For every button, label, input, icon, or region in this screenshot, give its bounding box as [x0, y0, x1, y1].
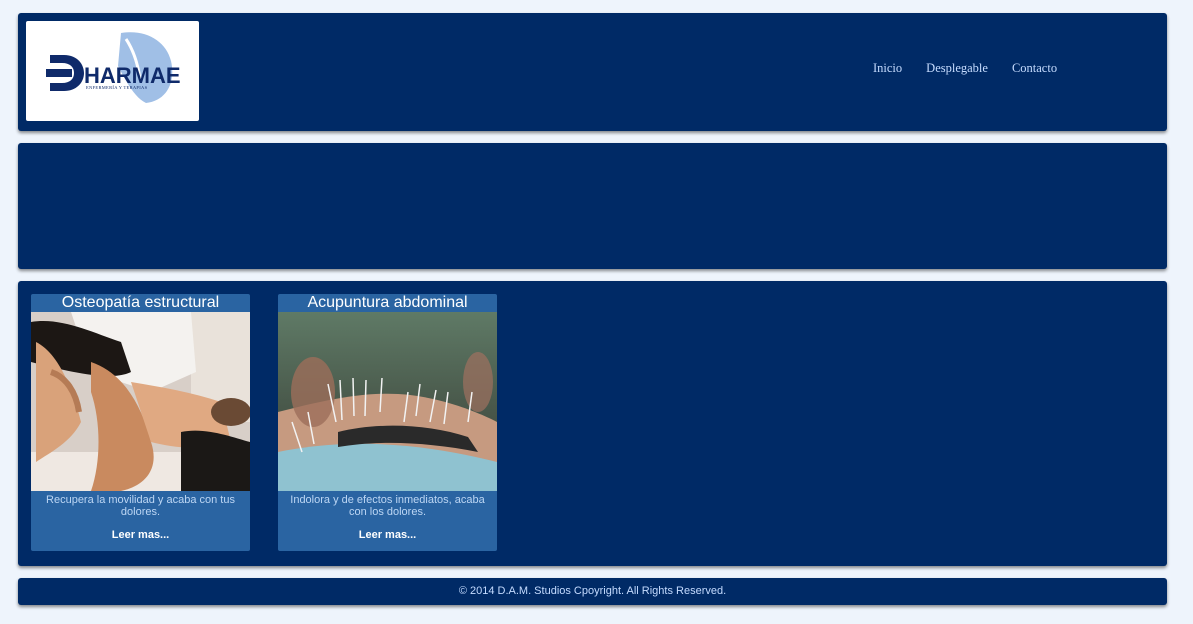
read-more-link[interactable]: Leer mas...: [31, 529, 250, 541]
card-description: Indolora y de efectos inmediatos, acaba …: [290, 494, 485, 518]
banner-area: [18, 143, 1167, 269]
osteopathy-photo: [31, 312, 250, 491]
logo-subtitle: ENFERMERÍA Y TERAPIAS: [86, 85, 148, 90]
site-logo[interactable]: HARMAE ENFERMERÍA Y TERAPIAS: [26, 21, 199, 121]
service-card-acupuntura: Acupuntura abdominal Indolora y de efect…: [278, 294, 497, 551]
nav-link-desplegable[interactable]: Desplegable: [926, 61, 988, 76]
acupuncture-photo: [278, 312, 497, 491]
nav-link-contacto[interactable]: Contacto: [1012, 61, 1057, 76]
site-header: HARMAE ENFERMERÍA Y TERAPIAS Inicio Desp…: [18, 13, 1167, 131]
card-title: Acupuntura abdominal: [307, 294, 468, 311]
nav-link-inicio[interactable]: Inicio: [873, 61, 902, 76]
card-description: Recupera la movilidad y acaba con tus do…: [46, 494, 235, 518]
services-section: Osteopatía estructural Recupera la movil…: [18, 281, 1167, 566]
main-nav: Inicio Desplegable Contacto: [873, 61, 1081, 76]
site-footer: © 2014 D.A.M. Studios Cpoyright. All Rig…: [18, 578, 1167, 605]
card-title: Osteopatía estructural: [61, 294, 220, 311]
service-card-osteopatia: Osteopatía estructural Recupera la movil…: [31, 294, 250, 551]
read-more-link[interactable]: Leer mas...: [278, 529, 497, 541]
copyright-text: © 2014 D.A.M. Studios Cpoyright. All Rig…: [458, 585, 727, 597]
